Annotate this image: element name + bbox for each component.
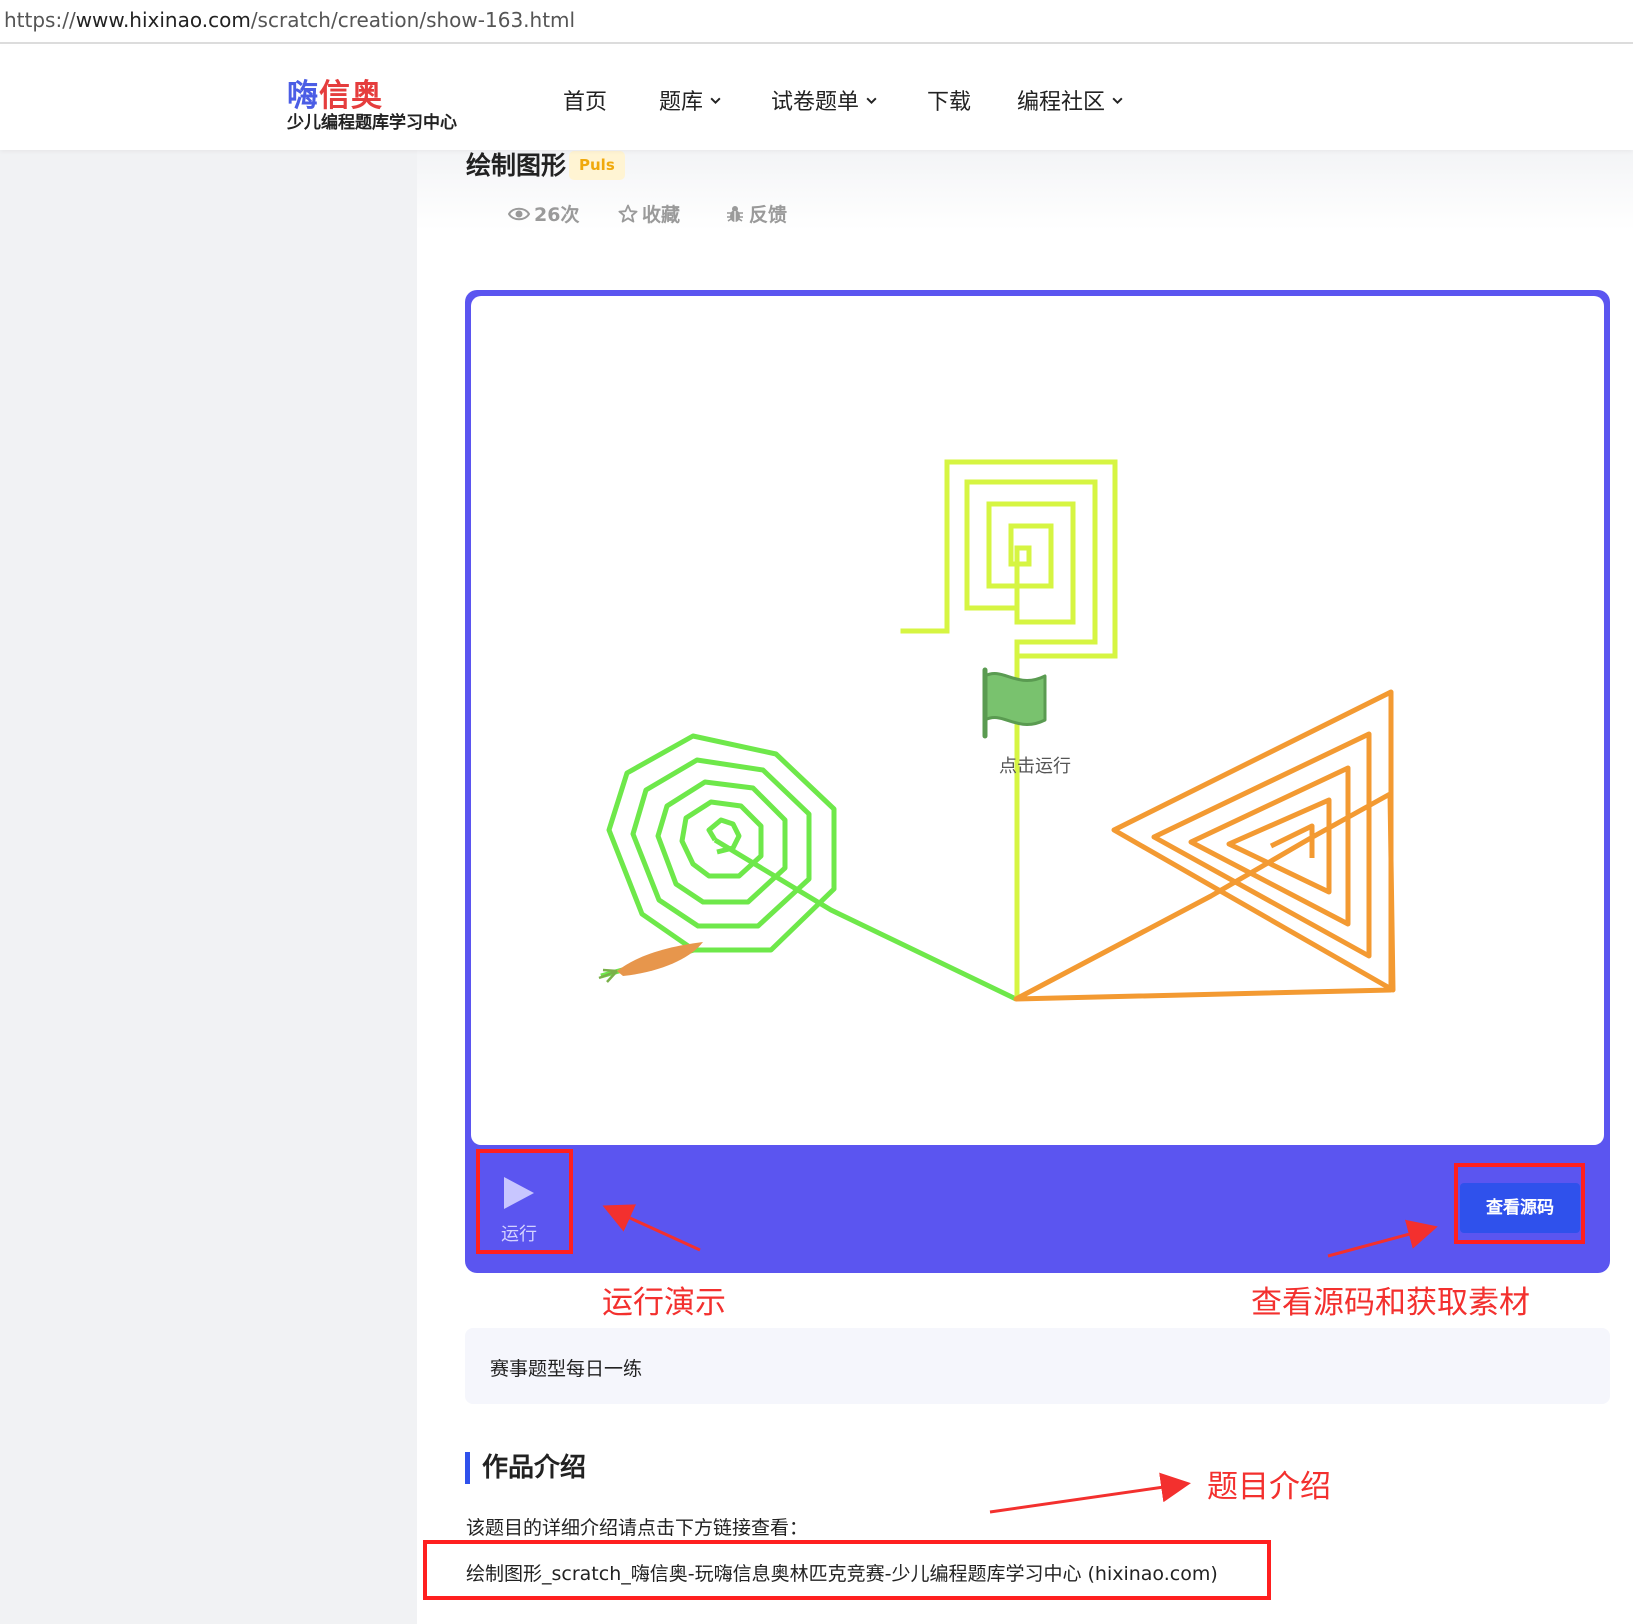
chevron-down-icon (710, 97, 721, 104)
topic-intro-annotation: 题目介绍 (1207, 1469, 1331, 1505)
nav-home-label: 首页 (563, 90, 608, 115)
section-title: 作品介绍 (465, 1452, 586, 1484)
intro-text: 该题目的详细介绍请点击下方链接查看： (466, 1517, 809, 1539)
category-text: 赛事题型每日一练 (490, 1358, 643, 1380)
site-navbar: 嗨信奥 少儿编程题库学习中心 首页 题库 试卷题单 下载 编程社区 (0, 46, 1633, 150)
intro-arrow (989, 1472, 1191, 1514)
nav-community[interactable]: 编程社区 (1017, 84, 1124, 116)
nav-question-bank-label: 题库 (659, 90, 704, 115)
nav-exam-lists[interactable]: 试卷题单 (771, 84, 878, 116)
nav-home[interactable]: 首页 (563, 84, 607, 116)
run-arrow (602, 1204, 701, 1252)
nav-community-label: 编程社区 (1017, 90, 1106, 115)
run-demo-annotation: 运行演示 (602, 1285, 726, 1321)
category-box: 赛事题型每日一练 (465, 1328, 1610, 1404)
source-arrow (1327, 1219, 1438, 1258)
intro-link[interactable]: 绘制图形_scratch_嗨信奥-玩嗨信息奥林匹克竞赛-少儿编程题库学习中心 (… (466, 1559, 1218, 1586)
nav-download-label: 下载 (927, 90, 972, 115)
view-source-annotation: 查看源码和获取素材 (1251, 1285, 1530, 1321)
logo-subtitle: 少儿编程题库学习中心 (287, 113, 457, 133)
nav-download[interactable]: 下载 (927, 84, 971, 116)
chevron-down-icon (1112, 97, 1123, 104)
chevron-down-icon (866, 97, 877, 104)
nav-exam-lists-label: 试卷题单 (771, 90, 860, 115)
nav-question-bank[interactable]: 题库 (659, 84, 722, 116)
